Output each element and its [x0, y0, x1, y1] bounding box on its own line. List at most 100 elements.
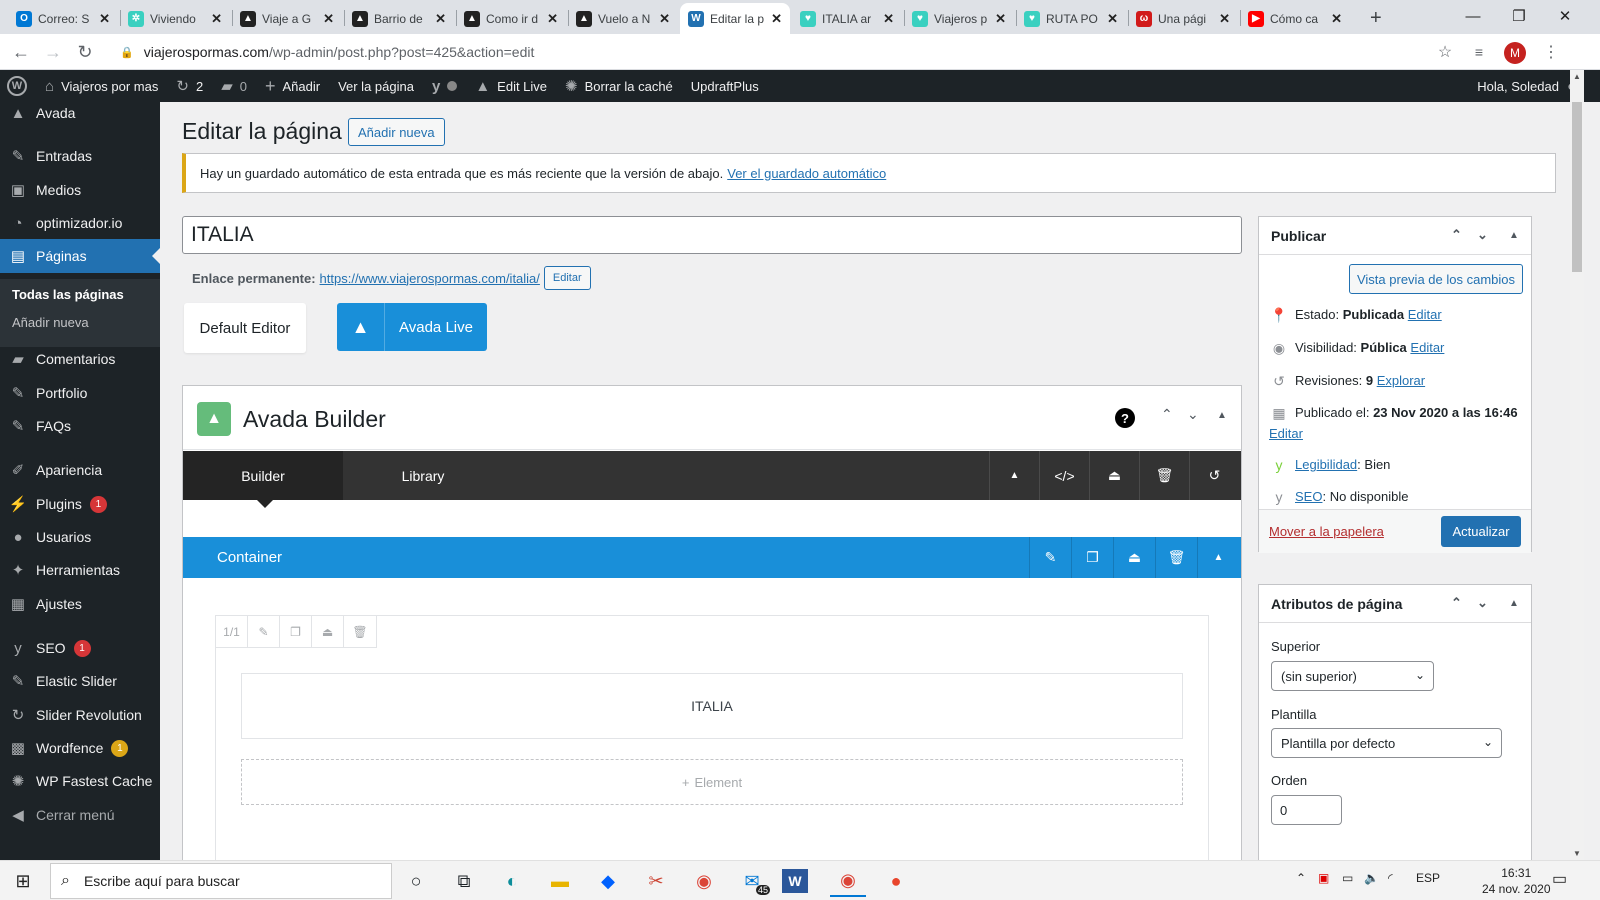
close-tab-icon[interactable]: ✕ [99, 11, 110, 27]
sidebar-item-ajustes[interactable]: ▦ Ajustes [0, 587, 160, 621]
sidebar-item-cerrar-men[interactable]: ◀ Cerrar menú [0, 798, 160, 832]
acrobat-icon[interactable]: ▣ [1318, 871, 1329, 885]
edge-icon[interactable]: ◐ [494, 865, 530, 897]
avada-live-button[interactable]: ▲ Avada Live [337, 303, 487, 351]
browser-tab[interactable]: ▶ Cómo ca ✕ [1240, 3, 1350, 34]
trash-icon[interactable]: 🗑 [1139, 451, 1189, 500]
restore-icon[interactable]: ❐ [1496, 0, 1542, 32]
sidebar-item-plugins[interactable]: ⚡ Plugins 1 [0, 487, 160, 521]
close-tab-icon[interactable]: ✕ [547, 11, 558, 27]
browser-tab[interactable]: ▲ Como ir d ✕ [456, 3, 566, 34]
volume-icon[interactable]: 🔈 [1364, 871, 1379, 885]
word-icon[interactable]: W [782, 869, 808, 893]
tab-library[interactable]: Library [343, 451, 503, 500]
tab-builder[interactable]: Builder [183, 451, 343, 508]
sidebar-item-slider-revolution[interactable]: ↻ Slider Revolution [0, 698, 160, 732]
permalink-edit-button[interactable]: Editar [543, 266, 591, 290]
template-select[interactable]: Plantilla por defecto ⌄ [1271, 728, 1502, 758]
view-autosave-link[interactable]: Ver el guardado automático [727, 166, 886, 181]
default-editor-button[interactable]: Default Editor [184, 303, 306, 353]
updraftplus-link[interactable]: UpdraftPlus [682, 70, 768, 102]
move-up-icon[interactable]: ⌃ [1161, 406, 1173, 423]
close-window-icon[interactable]: ✕ [1542, 0, 1588, 32]
paint-3d-icon[interactable]: ● [878, 865, 914, 897]
sidebar-item-apariencia[interactable]: ✐ Apariencia [0, 453, 160, 487]
add-new-menu[interactable]: + Añadir [256, 70, 329, 102]
close-tab-icon[interactable]: ✕ [211, 11, 222, 27]
container-bar[interactable]: Container ✎ ❐ ⏏ 🗑 ▲ [183, 537, 1241, 578]
notifications-icon[interactable]: ▭ [1552, 869, 1567, 889]
sidebar-item-elastic-slider[interactable]: ✎ Elastic Slider [0, 664, 160, 698]
close-tab-icon[interactable]: ✕ [323, 11, 334, 27]
browser-tab[interactable]: ♥ ITALIA ar ✕ [792, 3, 902, 34]
collapse-toggle-icon[interactable]: ▲ [1217, 410, 1227, 421]
browser-tab[interactable]: O Correo: S ✕ [8, 3, 118, 34]
chrome-profile-icon[interactable]: ◉ [830, 865, 866, 897]
url-field[interactable]: 🔒 viajerospormas.com/wp-admin/post.php?p… [110, 38, 1470, 66]
close-tab-icon[interactable]: ✕ [1331, 11, 1342, 27]
browser-tab[interactable]: ▲ Vuelo a N ✕ [568, 3, 678, 34]
clone-icon[interactable]: ❐ [1071, 537, 1113, 578]
sidebar-item-medios[interactable]: ▣ Medios [0, 173, 160, 207]
page-scrollbar[interactable]: ▲ ▼ [1570, 70, 1584, 860]
sidebar-item-entradas[interactable]: ✎ Entradas [0, 139, 160, 173]
toggle-icon[interactable]: ▲ [1509, 598, 1519, 609]
edit-live-link[interactable]: ▲ Edit Live [466, 70, 556, 102]
reload-icon[interactable]: ↻ [72, 40, 98, 64]
sidebar-item-wp-fastest-cache[interactable]: ✺ WP Fastest Cache [0, 764, 160, 798]
column-delete-icon[interactable]: 🗑 [344, 616, 376, 647]
sidebar-item-wordfence[interactable]: ▩ Wordfence 1 [0, 731, 160, 765]
collapse-icon[interactable]: ▲ [1197, 537, 1239, 578]
status-edit-link[interactable]: Editar [1408, 307, 1442, 322]
forward-icon[interactable]: → [40, 40, 66, 64]
mail-icon[interactable]: ✉ 45 [734, 865, 770, 897]
toggle-icon[interactable]: ▲ [1509, 230, 1519, 241]
taskbar-clock[interactable]: 16:31 24 nov. 2020 [1482, 865, 1551, 897]
move-down-icon[interactable]: ⌄ [1187, 406, 1199, 423]
new-tab-button[interactable]: + [1362, 3, 1392, 34]
cortana-icon[interactable]: ○ [398, 865, 434, 897]
sidebar-item-comentarios[interactable]: ▰ Comentarios [0, 342, 160, 376]
profile-avatar[interactable]: M [1504, 42, 1526, 64]
browser-tab[interactable]: ✲ Viviendo ✕ [120, 3, 230, 34]
updates-link[interactable]: ↻ 2 [167, 70, 212, 102]
browser-tab[interactable]: ♥ Viajeros p ✕ [904, 3, 1014, 34]
save-icon[interactable]: ⏏ [1113, 537, 1155, 578]
seo-link[interactable]: SEO [1295, 489, 1322, 504]
sidebar-item-avada[interactable]: ▲ Avada [0, 96, 160, 130]
update-button[interactable]: Actualizar [1441, 516, 1521, 547]
browser-tab[interactable]: W Editar la p ✕ [680, 3, 790, 34]
sidebar-item-seo[interactable]: y SEO 1 [0, 631, 160, 665]
sidebar-item-p-ginas[interactable]: ▤ Páginas [0, 239, 160, 273]
battery-icon[interactable]: ▭ [1342, 871, 1353, 885]
delete-icon[interactable]: 🗑 [1155, 537, 1197, 578]
file-explorer-icon[interactable]: ▬ [542, 865, 578, 897]
visibility-edit-link[interactable]: Editar [1410, 340, 1444, 355]
permalink-url[interactable]: https://www.viajerospormas.com/italia/ [320, 271, 540, 286]
collapse-all-icon[interactable]: ▲ [989, 451, 1039, 500]
sidebar-item-portfolio[interactable]: ✎ Portfolio [0, 376, 160, 410]
view-page-link[interactable]: Ver la página [329, 70, 423, 102]
close-tab-icon[interactable]: ✕ [659, 11, 670, 27]
browser-menu-icon[interactable]: ⋮ [1538, 40, 1564, 64]
star-icon[interactable]: ☆ [1432, 40, 1458, 64]
chevron-up-icon[interactable]: ⌃ [1296, 871, 1306, 885]
taskbar-search[interactable]: ⌕ Escribe aquí para buscar [50, 863, 392, 899]
chrome-icon[interactable]: ◉ [686, 865, 722, 897]
order-input[interactable]: 0 [1271, 795, 1342, 825]
windows-start-icon[interactable]: ⊞ [8, 869, 38, 893]
edit-icon[interactable]: ✎ [1029, 537, 1071, 578]
column-clone-icon[interactable]: ❐ [280, 616, 312, 647]
code-icon[interactable]: </> [1039, 451, 1089, 500]
close-tab-icon[interactable]: ✕ [1219, 11, 1230, 27]
close-tab-icon[interactable]: ✕ [995, 11, 1006, 27]
dropbox-icon[interactable]: ◆ [590, 865, 626, 897]
browser-tab[interactable]: ▲ Barrio de ✕ [344, 3, 454, 34]
reading-list-icon[interactable]: ≡ [1466, 40, 1492, 64]
sidebar-item-usuarios[interactable]: ● Usuarios [0, 520, 160, 554]
preview-changes-button[interactable]: Vista previa de los cambios [1349, 264, 1523, 294]
task-view-icon[interactable]: ⧉ [446, 865, 482, 897]
move-to-trash-link[interactable]: Mover a la papelera [1269, 524, 1384, 539]
back-icon[interactable]: ← [8, 40, 34, 64]
help-icon[interactable]: ? [1115, 408, 1135, 428]
